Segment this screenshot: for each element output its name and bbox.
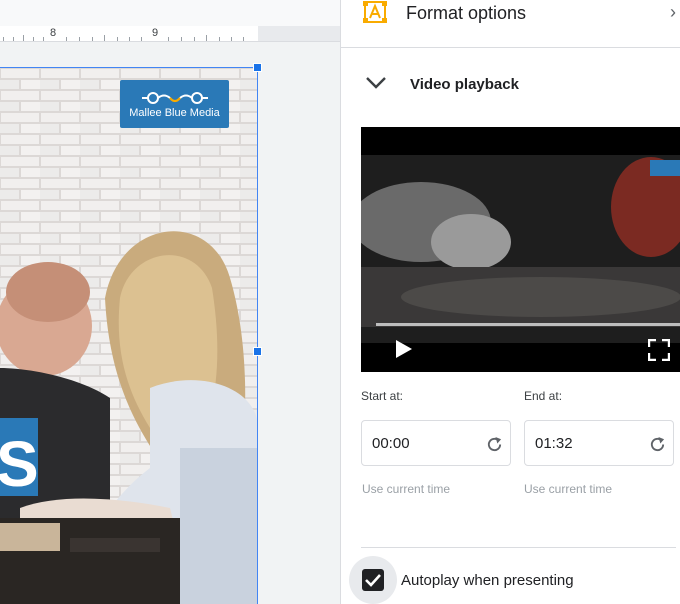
start-at-label: Start at:: [361, 389, 404, 403]
ruler-tick: [3, 37, 4, 41]
start-time-input[interactable]: 00:00: [361, 420, 511, 466]
ruler-tick: [23, 35, 24, 41]
refresh-icon[interactable]: [486, 436, 503, 453]
video-still-image: S: [0, 68, 258, 604]
end-time-value: 01:32: [535, 435, 573, 452]
ruler-tick: [117, 37, 118, 41]
refresh-icon[interactable]: [649, 436, 666, 453]
close-icon[interactable]: ›: [670, 2, 676, 23]
ruler-tick: [104, 35, 105, 41]
ruler-tick: [168, 37, 169, 41]
ruler-tick: [13, 37, 14, 41]
ruler-tick: [194, 37, 195, 41]
format-options-icon: [363, 1, 387, 23]
preview-frame-image: [361, 127, 680, 372]
autoplay-checkbox[interactable]: [362, 569, 384, 591]
ruler-number: 8: [50, 27, 57, 39]
ruler-number: 9: [152, 27, 159, 39]
resize-handle[interactable]: [253, 63, 262, 72]
slide-editor: 8 9 S Mallee Blue Media: [0, 0, 340, 604]
section-title: Video playback: [410, 76, 519, 93]
brand-logo: Mallee Blue Media: [120, 80, 229, 128]
autoplay-label: Autoplay when presenting: [401, 572, 574, 589]
ruler-tick: [243, 37, 244, 41]
ruler-tick: [181, 37, 182, 41]
end-use-current-time-button[interactable]: Use current time: [524, 482, 612, 496]
ruler-tick: [206, 35, 207, 41]
section-divider: [361, 547, 676, 548]
logo-text: Mallee Blue Media: [129, 107, 220, 119]
progress-bar[interactable]: [376, 323, 680, 326]
video-preview[interactable]: [361, 127, 680, 372]
ruler-tick: [219, 37, 220, 41]
ruler-tick: [231, 37, 232, 41]
end-at-label: End at:: [524, 389, 563, 403]
panel-title: Format options: [406, 3, 527, 23]
fullscreen-icon[interactable]: [648, 339, 670, 361]
app-root: 8 9 S Mallee Blue Media Format options ›…: [0, 0, 680, 604]
video-playback-section-toggle[interactable]: Video playback: [341, 66, 680, 106]
play-icon[interactable]: [395, 339, 413, 359]
panel-header: Format options ›: [341, 0, 680, 48]
end-time-input[interactable]: 01:32: [524, 420, 674, 466]
svg-text:S: S: [0, 428, 39, 500]
ruler-tick: [79, 37, 80, 41]
check-icon: [365, 574, 381, 587]
chevron-down-icon: [366, 77, 386, 89]
ruler-tick: [66, 37, 67, 41]
editor-top-strip: [0, 0, 340, 26]
logo-glasses-icon: [141, 92, 208, 104]
autoplay-option[interactable]: Autoplay when presenting: [349, 556, 680, 604]
ruler-tick: [129, 37, 130, 41]
format-options-panel: Format options › Video playback Start at…: [340, 0, 680, 604]
ruler-tick: [92, 37, 93, 41]
ruler-margin: [258, 26, 340, 42]
slide-video[interactable]: S: [0, 68, 258, 604]
ruler-tick: [33, 37, 34, 41]
resize-handle[interactable]: [253, 347, 262, 356]
start-use-current-time-button[interactable]: Use current time: [362, 482, 450, 496]
start-time-value: 00:00: [372, 435, 410, 452]
ruler-tick: [141, 37, 142, 41]
horizontal-ruler[interactable]: 8 9: [0, 26, 258, 42]
ruler-tick: [43, 37, 44, 41]
